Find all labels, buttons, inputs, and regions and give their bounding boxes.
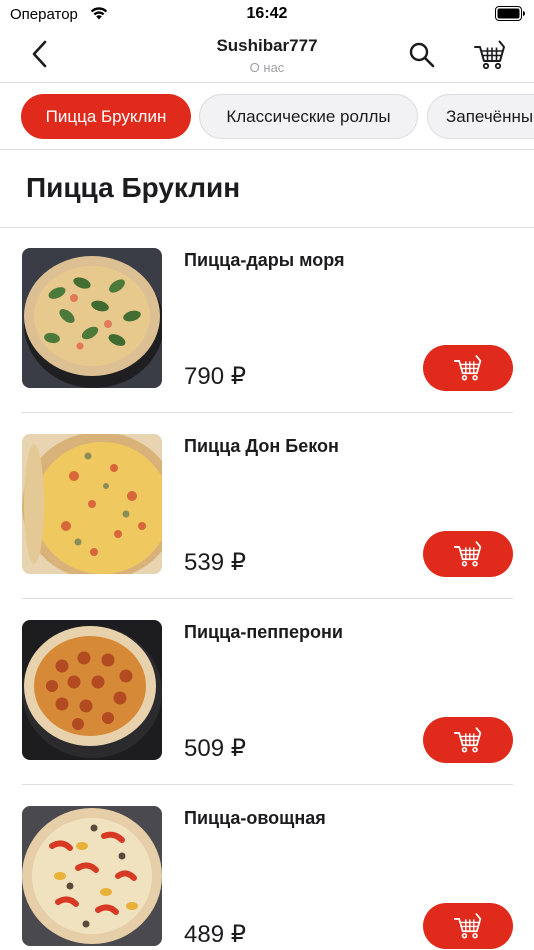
cart-icon [474, 40, 505, 70]
product-name: Пицца Дон Бекон [184, 436, 339, 456]
product-name: Пицца-пепперони [184, 622, 343, 642]
cart-icon [453, 913, 482, 939]
add-to-cart-button[interactable] [423, 531, 513, 577]
product-item[interactable]: Пицца Дон Бекон 539 ₽ [0, 414, 534, 600]
product-image[interactable] [22, 620, 162, 760]
add-to-cart-button[interactable] [423, 345, 513, 391]
back-button[interactable] [22, 36, 56, 72]
cart-button[interactable] [470, 37, 510, 73]
category-tab-baked-rolls[interactable]: Запечённы [427, 94, 534, 139]
product-price: 489 ₽ [184, 921, 246, 948]
divider [22, 598, 513, 599]
category-tab-classic-rolls[interactable]: Классические роллы [199, 94, 418, 139]
search-icon [409, 42, 435, 68]
cart-icon [453, 541, 482, 567]
cart-icon [453, 355, 482, 381]
status-time: 16:42 [246, 5, 288, 22]
search-button[interactable] [404, 38, 440, 72]
section-title: Пицца Бруклин [26, 172, 241, 203]
product-name: Пицца-дары моря [184, 250, 345, 270]
product-image[interactable] [22, 806, 162, 946]
product-image[interactable] [22, 434, 162, 574]
product-item[interactable]: Пицца-овощная 489 ₽ [0, 786, 534, 950]
product-name: Пицца-овощная [184, 808, 326, 828]
add-to-cart-button[interactable] [423, 903, 513, 949]
about-link[interactable]: О нас [200, 60, 334, 75]
product-price: 509 ₽ [184, 735, 246, 762]
product-item[interactable]: Пицца-дары моря 790 ₽ [0, 228, 534, 414]
page-title: Sushibar777 [216, 36, 318, 55]
chevron-left-icon [32, 40, 47, 68]
product-image[interactable] [22, 248, 162, 388]
status-bar: Оператор 16:42 [0, 0, 534, 28]
divider [22, 784, 513, 785]
category-tabs: Пицца Бруклин Классические роллы Запечён… [0, 83, 534, 150]
product-price: 539 ₽ [184, 549, 246, 576]
divider [22, 412, 513, 413]
product-item[interactable]: Пицца-пепперони 509 ₽ [0, 600, 534, 786]
battery-icon [495, 6, 526, 21]
category-tab-brooklyn-pizza[interactable]: Пицца Бруклин [21, 94, 191, 139]
navigation-bar: Sushibar777 О нас [0, 28, 534, 83]
add-to-cart-button[interactable] [423, 717, 513, 763]
cart-icon [453, 727, 482, 753]
product-price: 790 ₽ [184, 363, 246, 390]
